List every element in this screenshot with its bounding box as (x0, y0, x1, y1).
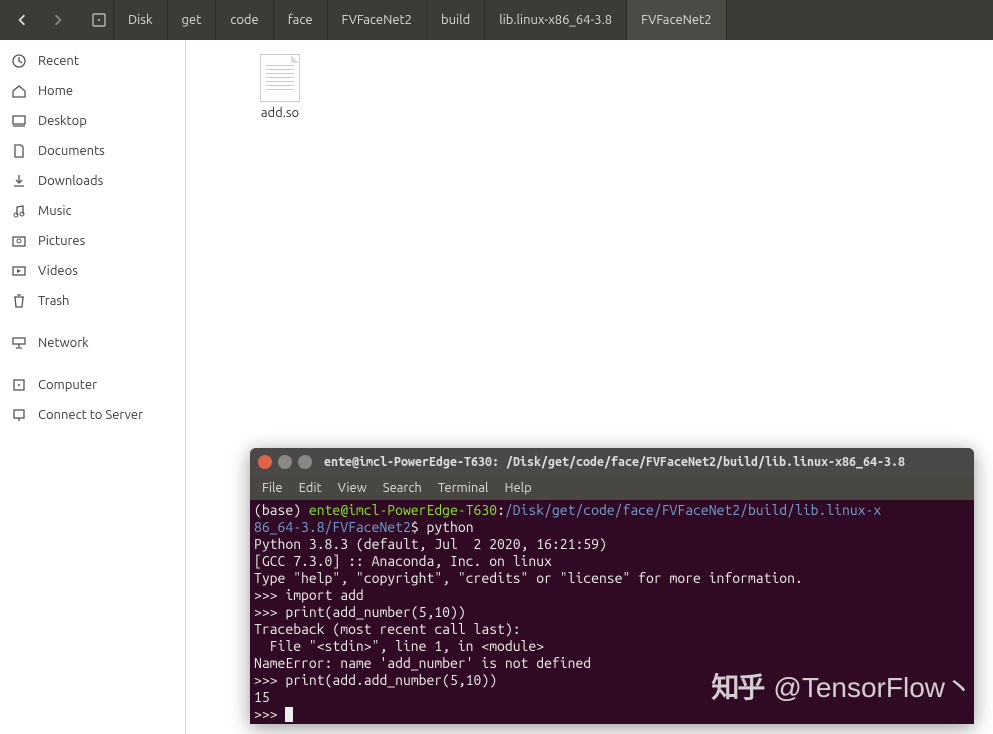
sidebar-item-label: Computer (38, 378, 97, 392)
sidebar-item-trash[interactable]: Trash (0, 286, 185, 316)
sidebar-item-recent[interactable]: Recent (0, 46, 185, 76)
server-icon (10, 406, 28, 424)
menu-view[interactable]: View (330, 479, 375, 497)
menu-help[interactable]: Help (496, 479, 539, 497)
cursor-icon (285, 707, 293, 722)
downloads-icon (10, 172, 28, 190)
sidebar-item-label: Trash (38, 294, 69, 308)
file-icon (260, 54, 300, 102)
terminal-title: ente@imcl-PowerEdge-T630: /Disk/get/code… (324, 455, 905, 469)
sidebar-item-label: Videos (38, 264, 78, 278)
sidebar-item-videos[interactable]: Videos (0, 256, 185, 286)
sidebar-item-label: Connect to Server (38, 408, 143, 422)
sidebar-item-downloads[interactable]: Downloads (0, 166, 185, 196)
drive-icon[interactable] (84, 0, 114, 40)
breadcrumb-item-disk[interactable]: Disk (114, 0, 168, 40)
file-label: add.so (261, 106, 299, 120)
breadcrumb-item-code[interactable]: code (216, 0, 273, 40)
sidebar: Recent Home Desktop Documents Downloads … (0, 40, 186, 734)
music-icon (10, 202, 28, 220)
terminal-window: ente@imcl-PowerEdge-T630: /Disk/get/code… (250, 448, 974, 724)
sidebar-item-pictures[interactable]: Pictures (0, 226, 185, 256)
breadcrumb-item-get[interactable]: get (168, 0, 217, 40)
breadcrumb-item-fvfacenet2-2[interactable]: FVFaceNet2 (627, 0, 726, 40)
toolbar: Disk get code face FVFaceNet2 build lib.… (0, 0, 993, 40)
terminal-body[interactable]: (base) ente@imcl-PowerEdge-T630:/Disk/ge… (250, 500, 974, 724)
terminal-menubar: File Edit View Search Terminal Help (250, 476, 974, 500)
home-icon (10, 82, 28, 100)
sidebar-item-documents[interactable]: Documents (0, 136, 185, 166)
menu-file[interactable]: File (254, 479, 291, 497)
breadcrumb-item-build[interactable]: build (427, 0, 485, 40)
desktop-icon (10, 112, 28, 130)
trash-icon (10, 292, 28, 310)
breadcrumb: Disk get code face FVFaceNet2 build lib.… (114, 0, 727, 40)
sidebar-item-connect-server[interactable]: Connect to Server (0, 400, 185, 430)
computer-icon (10, 376, 28, 394)
videos-icon (10, 262, 28, 280)
sidebar-item-label: Recent (38, 54, 79, 68)
sidebar-item-label: Network (38, 336, 89, 350)
breadcrumb-item-lib[interactable]: lib.linux-x86_64-3.8 (485, 0, 627, 40)
chevron-right-icon (52, 14, 64, 26)
breadcrumb-item-fvfacenet2-1[interactable]: FVFaceNet2 (328, 0, 427, 40)
sidebar-item-desktop[interactable]: Desktop (0, 106, 185, 136)
sidebar-item-computer[interactable]: Computer (0, 370, 185, 400)
sidebar-item-label: Desktop (38, 114, 87, 128)
file-item-add-so[interactable]: add.so (235, 54, 325, 120)
breadcrumb-item-face[interactable]: face (274, 0, 328, 40)
terminal-titlebar[interactable]: ente@imcl-PowerEdge-T630: /Disk/get/code… (250, 448, 974, 476)
sidebar-item-label: Home (38, 84, 73, 98)
sidebar-item-label: Music (38, 204, 72, 218)
chevron-left-icon (16, 14, 28, 26)
pictures-icon (10, 232, 28, 250)
menu-terminal[interactable]: Terminal (430, 479, 497, 497)
sidebar-item-network[interactable]: Network (0, 328, 185, 358)
sidebar-item-label: Documents (38, 144, 105, 158)
sidebar-item-music[interactable]: Music (0, 196, 185, 226)
menu-search[interactable]: Search (375, 479, 430, 497)
nav-back-button[interactable] (4, 0, 40, 40)
documents-icon (10, 142, 28, 160)
menu-edit[interactable]: Edit (291, 479, 330, 497)
window-minimize-button[interactable] (278, 455, 292, 469)
network-icon (10, 334, 28, 352)
sidebar-item-home[interactable]: Home (0, 76, 185, 106)
clock-icon (10, 52, 28, 70)
nav-forward-button[interactable] (40, 0, 76, 40)
window-maximize-button[interactable] (298, 455, 312, 469)
sidebar-item-label: Downloads (38, 174, 103, 188)
sidebar-item-label: Pictures (38, 234, 85, 248)
window-close-button[interactable] (258, 455, 272, 469)
